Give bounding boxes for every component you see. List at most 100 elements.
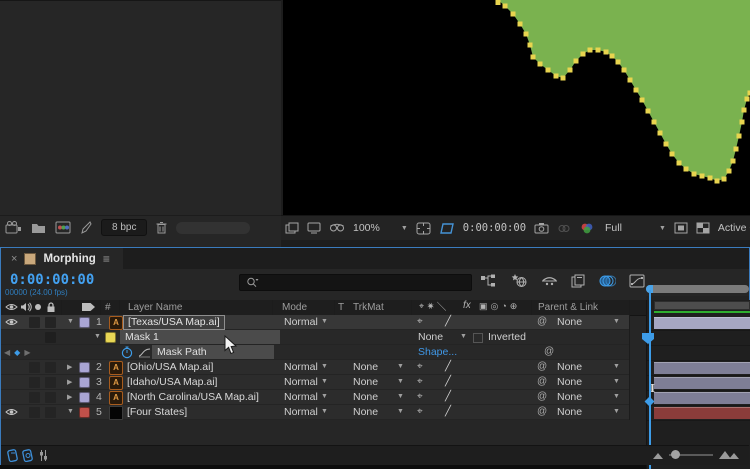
eye-icon[interactable] [5, 317, 18, 327]
eye-icon[interactable] [5, 302, 18, 312]
parent-dropdown[interactable]: None [557, 406, 582, 418]
composition-canvas[interactable] [283, 0, 750, 215]
lock-icon[interactable] [46, 302, 56, 313]
mask-name[interactable]: Mask 1 [120, 330, 280, 344]
display-icon[interactable] [307, 222, 321, 234]
label-swatch[interactable] [79, 317, 90, 328]
velocity-graph-icon[interactable] [138, 347, 151, 358]
pickwhip-icon[interactable]: @ [537, 406, 547, 417]
parent-dropdown[interactable]: None [557, 391, 582, 403]
label-swatch[interactable] [79, 377, 90, 388]
blend-mode-dropdown[interactable]: Normal [284, 391, 318, 403]
layer-row-four-states[interactable]: ▼ 5 [Four States] Normal ▼ None ▼ ⌖ ╱ @ … [1, 405, 629, 420]
keyframe-navigator[interactable]: ◀◆▶ [4, 348, 34, 357]
work-area-bar[interactable] [654, 301, 750, 310]
eye-icon[interactable] [5, 407, 18, 417]
interpret-footage-icon[interactable] [5, 221, 22, 234]
blend-mode-dropdown[interactable]: Normal [284, 376, 318, 388]
brush-icon[interactable] [80, 221, 92, 234]
current-time-display[interactable]: 0:00:00:00 [10, 272, 94, 288]
timeline-search-box[interactable] [239, 274, 472, 291]
layer-name[interactable]: [North Carolina/USA Map.ai] [127, 391, 259, 403]
draft-3d-icon[interactable] [510, 273, 528, 288]
column-t[interactable]: T [338, 302, 344, 313]
quality-switch-icon[interactable]: ╱ [445, 361, 451, 372]
collapse-chevron-icon[interactable]: ▼ [67, 408, 74, 415]
frame-blending-icon[interactable] [571, 274, 586, 288]
quality-switch-icon[interactable]: ╱ [445, 406, 451, 417]
show-snapshot-icon[interactable] [557, 223, 571, 234]
mask-path-label[interactable]: Mask Path [152, 345, 274, 359]
new-composition-icon[interactable] [55, 221, 71, 234]
viewer-timecode[interactable]: 0:00:00:00 [463, 222, 526, 234]
pickwhip-icon[interactable]: @ [537, 391, 547, 402]
quality-switch-icon[interactable]: ╱ [445, 391, 451, 402]
search-input[interactable] [259, 276, 443, 289]
anchor-switch-icon[interactable]: ⌖ [417, 361, 423, 372]
layer-row-north-carolina[interactable]: ▶ 4 A [North Carolina/USA Map.ai] Normal… [1, 390, 629, 405]
layer-row-texas[interactable]: ▼ 1 A [Texas/USA Map.ai] Normal ▼ ⌖ ╱ @ … [1, 315, 629, 330]
close-icon[interactable]: × [11, 253, 17, 265]
label-swatch[interactable] [79, 392, 90, 403]
layer-name[interactable]: [Idaho/USA Map.ai] [127, 376, 217, 388]
collapse-chevron-icon[interactable]: ▼ [94, 333, 101, 340]
label-swatch[interactable] [79, 407, 90, 418]
expand-chevron-icon[interactable]: ▶ [67, 393, 72, 401]
time-navigator[interactable] [646, 285, 749, 293]
region-of-interest-icon[interactable] [674, 222, 688, 234]
column-number[interactable]: # [105, 302, 111, 313]
layer-name[interactable]: [Ohio/USA Map.ai] [127, 361, 213, 373]
preview-frames-icon[interactable] [285, 222, 299, 234]
column-mode[interactable]: Mode [282, 302, 307, 313]
graph-editor-icon[interactable] [629, 274, 645, 288]
mask-visibility-icon[interactable] [439, 222, 455, 235]
mask-color-swatch[interactable] [105, 332, 116, 343]
mask-shape-link[interactable]: Shape... [418, 346, 457, 358]
label-tag-icon[interactable] [81, 302, 96, 312]
pickwhip-icon[interactable]: @ [537, 376, 547, 387]
audio-icon[interactable] [20, 302, 32, 312]
parent-dropdown[interactable]: None [557, 316, 582, 328]
toggle-layer-switches-icon[interactable] [7, 449, 19, 462]
mask-row[interactable]: ▼ Mask 1 None ▼ Inverted [1, 330, 629, 345]
layer-name[interactable]: [Four States] [127, 406, 187, 418]
zoom-in-mountain-icon-2[interactable] [729, 453, 739, 459]
column-layer-name[interactable]: Layer Name [128, 302, 182, 313]
panel-menu-icon[interactable]: ≡ [103, 252, 110, 266]
mini-flowchart-icon[interactable] [480, 274, 497, 288]
pickwhip-icon[interactable]: @ [537, 316, 547, 327]
column-trkmat[interactable]: TrkMat [353, 302, 384, 313]
grid-guides-icon[interactable] [416, 222, 431, 235]
transparency-grid-icon[interactable] [696, 222, 710, 234]
tab-morphing[interactable]: × Morphing ≡ [1, 248, 123, 269]
shy-layers-icon[interactable] [541, 274, 558, 288]
new-folder-icon[interactable] [31, 222, 46, 234]
texas-mask-shape[interactable] [283, 0, 750, 215]
layer-row-ohio[interactable]: ▶ 2 A [Ohio/USA Map.ai] Normal ▼ None ▼ … [1, 360, 629, 375]
stereo-goggles-icon[interactable] [329, 222, 345, 234]
mask-mode-dropdown[interactable]: None [418, 331, 443, 343]
blend-mode-dropdown[interactable]: Normal [284, 361, 318, 373]
blend-mode-dropdown[interactable]: Normal [284, 406, 318, 418]
toggle-transfer-controls-icon[interactable] [22, 449, 34, 462]
channels-icon[interactable] [579, 222, 595, 235]
timeline-zoom-knob[interactable] [671, 450, 680, 459]
motion-blur-icon[interactable] [599, 274, 616, 288]
label-swatch[interactable] [79, 362, 90, 373]
quality-switch-icon[interactable]: ╱ [445, 316, 451, 327]
quality-switch-icon[interactable]: ╱ [445, 376, 451, 387]
trkmat-dropdown[interactable]: None [353, 361, 378, 373]
anchor-switch-icon[interactable]: ⌖ [417, 406, 423, 417]
mask-path-row[interactable]: ◀◆▶ Mask Path Shape... @ [1, 345, 629, 360]
expand-chevron-icon[interactable]: ▶ [67, 363, 72, 371]
project-scrollbar[interactable] [176, 221, 251, 234]
parent-dropdown[interactable]: None [557, 376, 582, 388]
layer-bar-four-states[interactable] [654, 407, 750, 419]
pickwhip-icon[interactable]: @ [537, 361, 547, 372]
layer-bar-texas[interactable] [654, 317, 750, 329]
trkmat-dropdown[interactable]: None [353, 406, 378, 418]
view-layout-dropdown[interactable]: Active Camera [718, 222, 750, 234]
parent-dropdown[interactable]: None [557, 361, 582, 373]
solo-icon[interactable] [34, 303, 42, 311]
blend-mode-dropdown[interactable]: Normal [284, 316, 318, 328]
